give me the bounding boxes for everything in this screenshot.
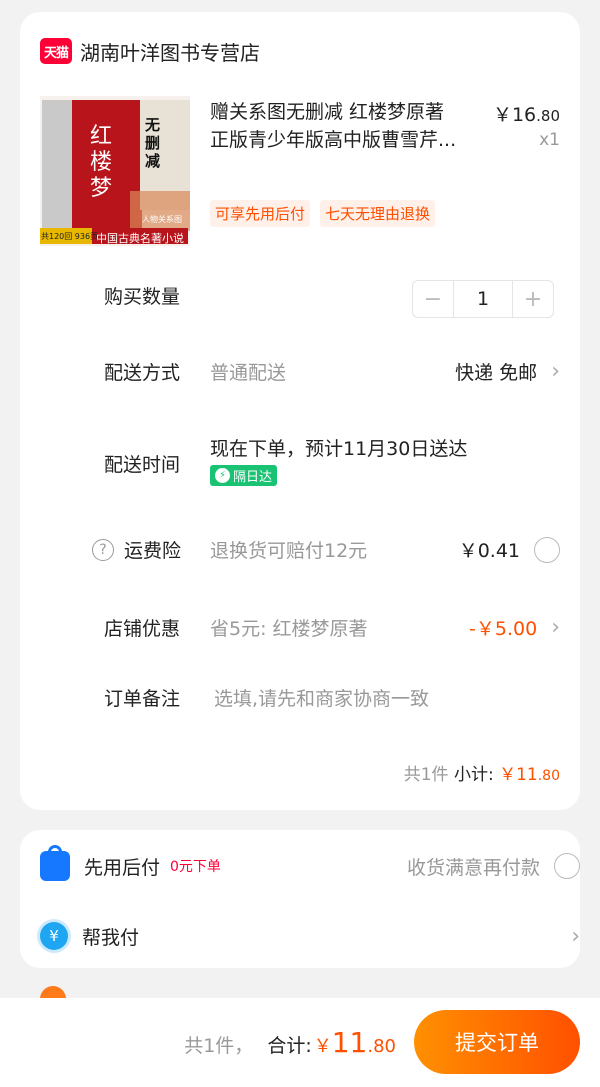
delivery-method-row[interactable]: 配送方式 普通配送 快递 免邮 › (104, 358, 560, 385)
discount-label: 店铺优惠 (104, 618, 181, 640)
subtotal: 共1件 小计: ￥11.80 (403, 765, 560, 785)
quantity-value[interactable]: 1 (453, 281, 513, 317)
pay-later-label: 先用后付 (84, 856, 161, 879)
product-price: ￥16.80 (492, 104, 560, 126)
note-label: 订单备注 (104, 688, 181, 710)
delivery-time-text: 现在下单，预计11月30日送达 (210, 438, 468, 460)
note-input[interactable]: 选填,请先和商家协商一致 (214, 684, 560, 711)
product-tags: 可享先用后付 七天无理由退换 (210, 200, 436, 227)
insurance-label: 运费险 (124, 540, 182, 562)
submit-order-button[interactable]: 提交订单 (414, 1010, 580, 1074)
tag-pay-later: 可享先用后付 (210, 200, 311, 227)
yen-circle-icon: ¥ (40, 922, 68, 950)
cover-ribbon: 中国古典名著小说 (96, 232, 184, 245)
insurance-sub: 退换货可赔付12元 (210, 540, 368, 562)
delivery-method-value: 快递 免邮 (455, 362, 538, 384)
decrease-button[interactable]: − (413, 287, 453, 312)
discount-value: -￥5.00 (469, 618, 538, 640)
pay-later-row[interactable]: 先用后付 0元下单 收货满意再付款 (40, 845, 580, 884)
product-quantity: x1 (539, 130, 560, 150)
cover-badge: 无删减 (145, 116, 161, 170)
question-icon[interactable]: ? (92, 539, 114, 561)
tag-7day-return: 七天无理由退换 (320, 200, 436, 227)
discount-sub: 省5元: 红楼梦原著 (210, 618, 368, 640)
delivery-method-label: 配送方式 (104, 362, 181, 384)
tmall-logo-icon: 天猫 (40, 38, 72, 64)
help-me-pay-row[interactable]: ¥ 帮我付 › (40, 918, 580, 954)
increase-button[interactable]: + (513, 287, 553, 312)
store-discount-row[interactable]: 店铺优惠 省5元: 红楼梦原著 -￥5.00 › (104, 614, 560, 641)
lightning-icon: ⚡ (215, 468, 230, 483)
quantity-stepper[interactable]: − 1 + (412, 280, 554, 318)
shopping-bag-icon (40, 845, 70, 881)
store-name: 湖南叶洋图书专营店 (80, 40, 260, 65)
zero-down-tag: 0元下单 (170, 859, 221, 875)
pay-later-sub: 收货满意再付款 (406, 856, 540, 879)
help-me-pay-label: 帮我付 (82, 926, 140, 949)
cover-side-label: 人物关系图 (142, 215, 182, 224)
insurance-price: ￥0.41 (458, 540, 520, 562)
cover-title: 红楼梦 (90, 124, 113, 201)
insurance-radio[interactable] (534, 536, 560, 563)
product-title[interactable]: 赠关系图无删减 红楼梦原著 正版青少年版高中版曹雪芹... (210, 98, 480, 154)
cover-corner-label: 共120回 936页 (41, 232, 99, 241)
checkout-bar: 共1件， 合计: ￥ 11 .80 提交订单 (0, 998, 600, 1087)
chevron-right-icon: › (571, 923, 580, 949)
chevron-right-icon: › (551, 359, 560, 384)
product-cover-image[interactable]: 红楼梦 无删减 人物关系图 中国古典名著小说 共120回 936页 (40, 96, 190, 246)
quantity-label: 购买数量 (104, 286, 181, 308)
product-title-line2: 正版青少年版高中版曹雪芹... (210, 129, 457, 151)
delivery-time-label: 配送时间 (104, 454, 181, 476)
store-header[interactable]: 天猫 湖南叶洋图书专营店 (40, 34, 260, 68)
chevron-right-icon: › (551, 615, 560, 640)
delivery-method-sub: 普通配送 (210, 362, 287, 384)
product-title-line1: 赠关系图无删减 红楼梦原著 (210, 101, 445, 123)
pay-later-radio[interactable] (554, 853, 580, 879)
shipping-insurance-row: 运费险 退换货可赔付12元 ￥0.41 (124, 536, 560, 563)
next-day-badge: ⚡ 隔日达 (210, 465, 278, 486)
payment-options-card: 先用后付 0元下单 收货满意再付款 ¥ 帮我付 › (20, 830, 580, 968)
order-card: 天猫 湖南叶洋图书专营店 红楼梦 无删减 人物关系图 中国古典名著小说 共120… (20, 12, 580, 810)
checkout-total: 共1件， 合计: ￥ 11 .80 (184, 1026, 396, 1059)
delivery-time-row: 配送时间 现在下单，预计11月30日送达 ⚡ 隔日达 (104, 434, 560, 486)
order-note-row: 订单备注 选填,请先和商家协商一致 (104, 684, 560, 711)
